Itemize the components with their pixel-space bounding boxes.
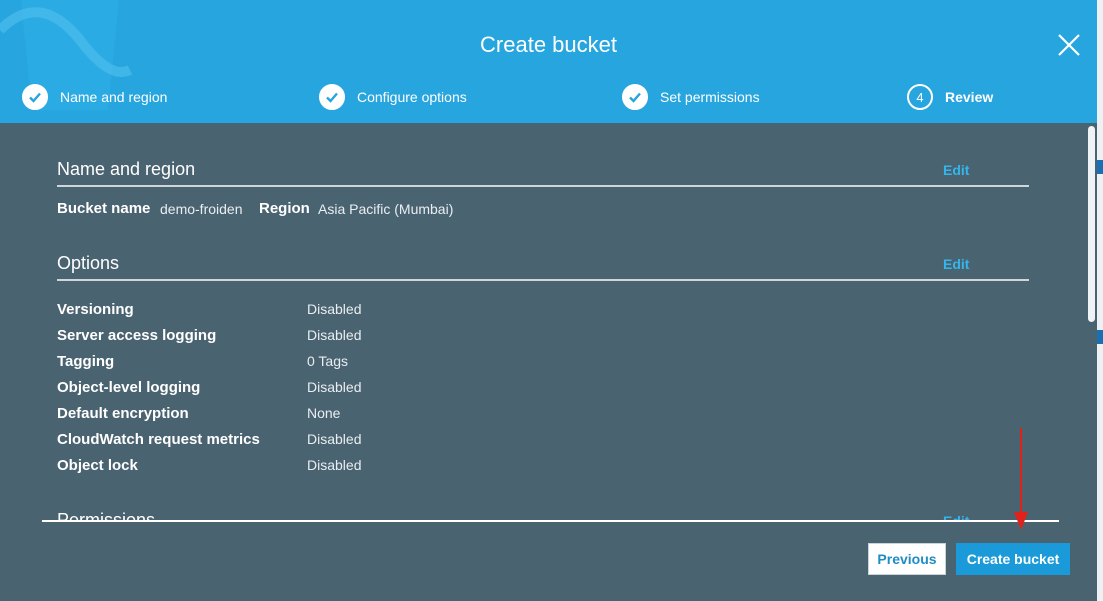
step-number: 4 [916, 89, 924, 105]
background-link-mark [1097, 330, 1103, 344]
step-set-permissions[interactable]: Set permissions [622, 84, 760, 110]
footer-divider [42, 520, 1059, 522]
option-label: Tagging [57, 353, 115, 370]
content-scrollbar-thumb[interactable] [1088, 126, 1095, 322]
step-label: Set permissions [660, 89, 760, 105]
section-divider [57, 279, 1029, 281]
option-label: Default encryption [57, 405, 189, 422]
step-review: 4 Review [907, 84, 993, 110]
modal-title: Create bucket [480, 32, 617, 57]
step-label: Configure options [357, 89, 467, 105]
step-label: Name and region [60, 89, 168, 105]
check-circle-icon [622, 84, 648, 110]
region-label: Region [259, 200, 310, 217]
option-value: Disabled [307, 431, 362, 447]
create-bucket-button[interactable]: Create bucket [956, 543, 1070, 575]
section-divider [57, 185, 1029, 187]
bucket-name-label: Bucket name [57, 200, 151, 217]
section-title-options: Options [57, 253, 120, 273]
region-value: Asia Pacific (Mumbai) [318, 201, 454, 217]
option-value: Disabled [307, 327, 362, 343]
step-number-badge: 4 [907, 84, 933, 110]
background-link-mark [1097, 160, 1103, 174]
check-circle-icon [319, 84, 345, 110]
edit-name-region-link[interactable]: Edit [943, 162, 969, 178]
option-label: Versioning [57, 301, 134, 318]
annotation-arrow [1014, 428, 1028, 530]
option-value: Disabled [307, 301, 362, 317]
option-label: Object lock [57, 457, 138, 474]
check-circle-icon [22, 84, 48, 110]
option-label: Object-level logging [57, 379, 201, 396]
step-configure-options[interactable]: Configure options [319, 84, 467, 110]
option-value: Disabled [307, 457, 362, 473]
step-name-and-region[interactable]: Name and region [22, 84, 167, 110]
edit-options-link[interactable]: Edit [943, 256, 969, 272]
create-bucket-modal: Create bucket Name and region Configure … [0, 0, 1097, 601]
background-page-strip [1097, 0, 1103, 601]
step-label: Review [945, 89, 994, 105]
option-label: Server access logging [57, 327, 217, 344]
option-label: CloudWatch request metrics [57, 431, 260, 448]
option-value: 0 Tags [307, 353, 348, 369]
option-value: None [307, 405, 341, 421]
section-title-name-region: Name and region [57, 159, 196, 179]
previous-button[interactable]: Previous [868, 543, 946, 575]
close-icon[interactable] [1056, 32, 1082, 58]
modal-header: Create bucket Name and region Configure … [0, 0, 1097, 123]
review-content: Name and region Edit Bucket name demo-fr… [0, 123, 1097, 521]
bucket-name-value: demo-froiden [160, 201, 243, 217]
option-value: Disabled [307, 379, 362, 395]
